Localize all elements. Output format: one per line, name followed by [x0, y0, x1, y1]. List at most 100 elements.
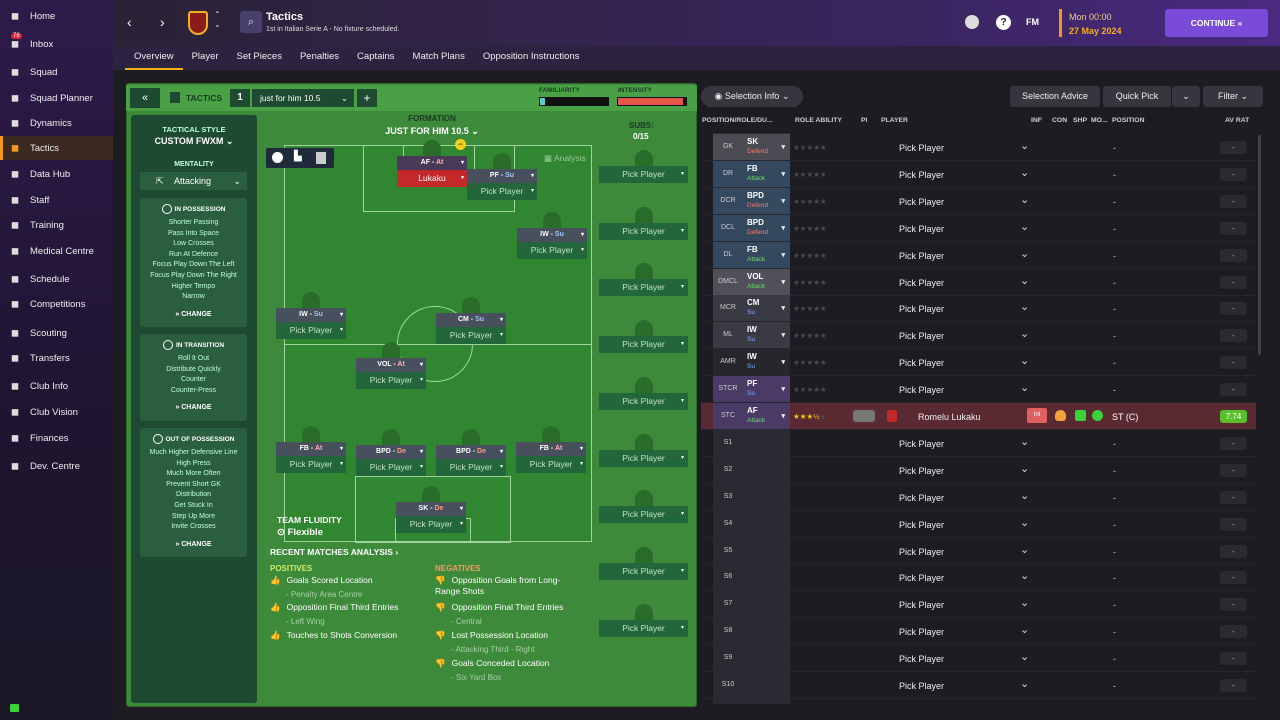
role-select[interactable]: IW - Su	[276, 308, 346, 322]
player-select[interactable]: Pick Player	[396, 516, 466, 533]
player-select[interactable]: Pick Player	[436, 327, 506, 344]
row-player-select[interactable]: Pick Player	[899, 677, 1029, 691]
familiarity-bar[interactable]	[539, 97, 609, 106]
role-select[interactable]: BPD - De	[356, 445, 426, 459]
continue-button[interactable]: CONTINUE »	[1165, 9, 1268, 37]
table-row[interactable]: DCRBPDDefend★★★★★Pick Player--	[701, 187, 1256, 215]
sub-player-select[interactable]: Pick Player	[599, 619, 688, 637]
analysis-toggle[interactable]: ▦ Analysis	[544, 153, 586, 164]
row-player-select[interactable]: Pick Player	[899, 139, 1029, 153]
sub-slot[interactable]: Pick Player	[599, 490, 688, 524]
row-player-select[interactable]: Pick Player	[899, 247, 1029, 261]
table-row[interactable]: S3 Pick Player - -	[701, 484, 1256, 511]
pitch-player-slot[interactable]: AF - At Lukaku	[397, 140, 467, 187]
table-row[interactable]: MLIWSu★★★★★Pick Player--	[701, 322, 1256, 350]
row-player-select[interactable]: Pick Player	[899, 327, 1029, 341]
selection-advice-button[interactable]: Selection Advice	[1010, 86, 1100, 107]
column-header[interactable]: SHP	[1073, 117, 1087, 124]
row-player-select[interactable]: Pick Player	[899, 623, 1029, 637]
sidebar-item-club-info[interactable]: ◼ Club Info	[0, 374, 113, 398]
table-row[interactable]: DCLBPDDefend★★★★★Pick Player--	[701, 214, 1256, 242]
player-select[interactable]: Pick Player	[356, 459, 426, 476]
role-select[interactable]: FB - At	[276, 442, 346, 456]
row-player-select[interactable]: Pick Player	[899, 300, 1029, 314]
club-switch-icon[interactable]: ⌃ ⌄	[214, 10, 221, 30]
tab-captains[interactable]: Captains	[348, 46, 404, 70]
player-select[interactable]: Pick Player	[436, 459, 506, 476]
pitch-view-icon[interactable]	[316, 152, 326, 164]
table-row[interactable]: DRFBAttack★★★★★Pick Player--	[701, 160, 1256, 188]
forward-button[interactable]: ›	[160, 14, 165, 30]
role-duty-select[interactable]: BPD Defend	[743, 214, 790, 241]
role-duty-select[interactable]: FB Attack	[743, 160, 790, 187]
player-select[interactable]: Pick Player	[356, 372, 426, 389]
row-player-select[interactable]: Pick Player	[899, 354, 1029, 368]
role-select[interactable]: CM - Su	[436, 313, 506, 327]
column-header[interactable]: PLAYER	[881, 117, 908, 124]
row-player-select[interactable]: Pick Player	[899, 381, 1029, 395]
table-row[interactable]: S5 Pick Player - -	[701, 538, 1256, 565]
player-select[interactable]: Pick Player	[517, 242, 587, 259]
sidebar-item-home[interactable]: ◼ Home	[0, 4, 113, 28]
sub-slot[interactable]: Pick Player	[599, 150, 688, 183]
pitch-player-slot[interactable]: FB - At Pick Player	[276, 426, 346, 473]
role-duty-select[interactable]: FB Attack	[743, 241, 790, 268]
role-select[interactable]: PF - Su	[467, 169, 537, 183]
table-row[interactable]: MCRCMSu★★★★★Pick Player--	[701, 295, 1256, 323]
mentality-select[interactable]: ⇱ Attacking ⌄	[140, 172, 247, 190]
fm-menu-button[interactable]: FM	[1026, 17, 1039, 27]
tactic-slot[interactable]: 1	[230, 89, 250, 107]
sub-player-select[interactable]: Pick Player	[599, 279, 688, 297]
sidebar-item-inbox[interactable]: ◼ 76 Inbox	[0, 32, 113, 56]
out-of-possession-change-button[interactable]: » CHANGE	[140, 541, 247, 548]
column-header[interactable]: PI	[861, 117, 867, 124]
in-transition-change-button[interactable]: » CHANGE	[140, 404, 247, 411]
quick-pick-button[interactable]: Quick Pick	[1103, 86, 1171, 107]
role-duty-select[interactable]: BPD Defend	[743, 187, 790, 214]
sidebar-item-finances[interactable]: ◼ Finances	[0, 426, 113, 450]
role-select[interactable]: BPD - De	[436, 445, 506, 459]
role-duty-select[interactable]: IW Su	[743, 322, 790, 349]
table-row[interactable]: S7 Pick Player - -	[701, 591, 1256, 619]
column-header[interactable]: POSITION/ROLE/DU...	[702, 117, 773, 124]
row-player-select[interactable]: Pick Player	[899, 516, 1029, 530]
column-header[interactable]: INF	[1031, 117, 1042, 124]
pitch-player-slot[interactable]: BPD - De Pick Player	[356, 429, 426, 476]
sidebar-item-squad-planner[interactable]: ◼ Squad Planner	[0, 86, 113, 110]
table-row[interactable]: DLFBAttack★★★★★Pick Player--	[701, 241, 1256, 269]
player-select[interactable]: Pick Player	[467, 183, 537, 200]
player-select[interactable]: Pick Player	[516, 456, 586, 473]
table-row[interactable]: AMRIWSu★★★★★Pick Player--	[701, 349, 1256, 377]
column-header[interactable]: POSITION	[1112, 117, 1144, 124]
column-header[interactable]: CON	[1052, 117, 1067, 124]
sidebar-item-scouting[interactable]: ◼ Scouting	[0, 321, 113, 345]
recent-matches-link[interactable]: RECENT MATCHES ANALYSIS ›	[270, 547, 398, 557]
sidebar-item-schedule[interactable]: ◼ Schedule	[0, 267, 113, 291]
row-player-select[interactable]: Pick Player	[899, 166, 1029, 180]
table-row[interactable]: S1 Pick Player - -	[701, 430, 1256, 457]
sub-slot[interactable]: Pick Player	[599, 546, 688, 580]
row-player-select[interactable]: Pick Player	[899, 435, 1029, 449]
table-row[interactable]: DMCLVOLAttack★★★★★Pick Player--	[701, 268, 1256, 296]
pitch-player-slot[interactable]: SK - De Pick Player	[396, 486, 466, 533]
info-icon[interactable]	[272, 152, 283, 163]
tactical-style-select[interactable]: CUSTOM FWXM ⌄	[131, 136, 257, 147]
column-header[interactable]: ROLE ABILITY	[795, 117, 842, 124]
pitch-player-slot[interactable]: FB - At Pick Player	[516, 426, 586, 473]
sub-slot[interactable]: Pick Player	[599, 263, 688, 297]
tactic-select[interactable]: just for him 10.5 ⌄	[252, 89, 354, 107]
row-player-select[interactable]: Romelu Lukaku	[918, 412, 981, 422]
row-player-select[interactable]: Pick Player	[899, 543, 1029, 557]
sidebar-item-club-vision[interactable]: ◼ Club Vision	[0, 400, 113, 424]
table-row[interactable]: STC AF Attack ★★★½★ Romelu Lukaku Int ST (C) 7.…	[701, 403, 1256, 430]
player-select[interactable]: Pick Player	[276, 456, 346, 473]
collapse-button[interactable]: «	[130, 88, 160, 108]
role-select[interactable]: FB - At	[516, 442, 586, 456]
sub-player-select[interactable]: Pick Player	[599, 336, 688, 354]
sidebar-item-squad[interactable]: ◼ Squad	[0, 60, 113, 84]
row-player-select[interactable]: Pick Player	[899, 462, 1029, 476]
sidebar-item-staff[interactable]: ◼ Staff	[0, 188, 113, 212]
sub-slot[interactable]: Pick Player	[599, 603, 688, 637]
sub-slot[interactable]: Pick Player	[599, 206, 688, 240]
tab-player[interactable]: Player	[183, 46, 228, 70]
